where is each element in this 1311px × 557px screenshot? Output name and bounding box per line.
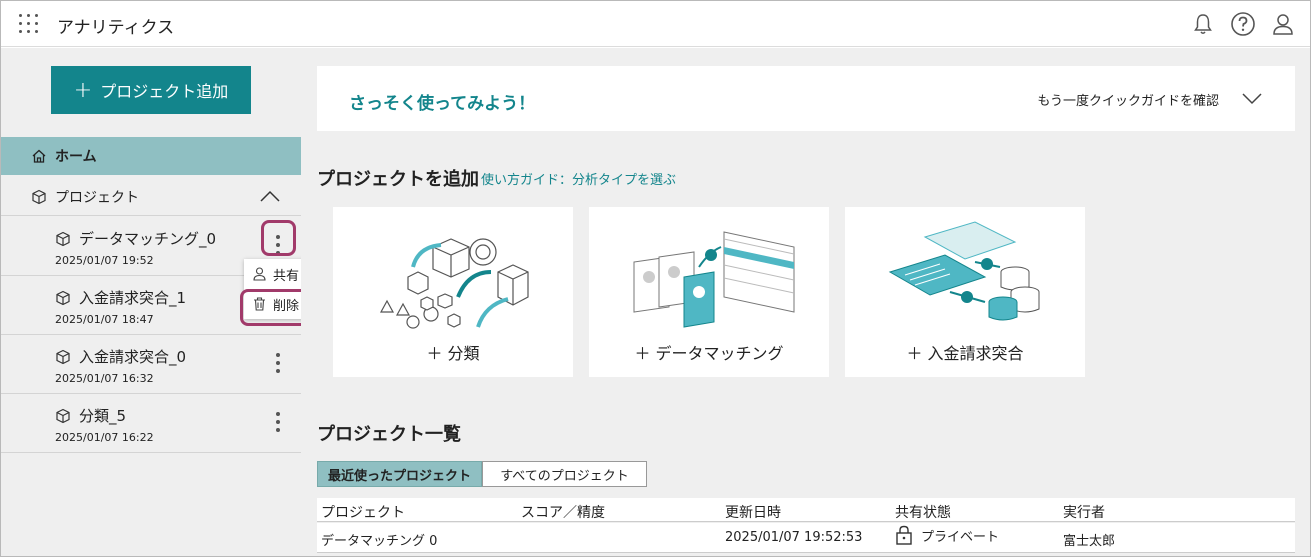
share-status-text: プライベート <box>921 529 1000 545</box>
cell-user: 富士太郎 <box>1063 534 1116 549</box>
project-date: 2025/01/07 16:22 <box>55 431 154 444</box>
card-label: ＋ 分類 <box>426 344 480 363</box>
column-header[interactable]: 更新日時 <box>725 502 781 522</box>
add-project-section-title: プロジェクトを追加 <box>317 169 479 190</box>
table-row[interactable]: データマッチング 0 2025/01/07 19:52:53 プライベート 富士… <box>317 523 1295 553</box>
app-title: アナリティクス <box>57 18 175 38</box>
project-name-text: データマッチング_0 <box>79 230 217 248</box>
card-classification[interactable]: ＋ 分類 <box>333 207 573 377</box>
column-header[interactable]: プロジェクト <box>321 502 405 522</box>
card-label: ＋ 入金請求突合 <box>906 344 1024 363</box>
project-date: 2025/01/07 16:32 <box>55 372 154 385</box>
home-icon <box>32 149 46 163</box>
cube-icon <box>56 231 70 246</box>
more-options-icon[interactable] <box>267 407 289 437</box>
payment-reconciliation-illustration <box>888 221 1040 321</box>
usage-guide-link[interactable]: 使い方ガイド：分析タイプを選ぶ <box>481 169 676 188</box>
sidebar-item-projects[interactable]: プロジェクト <box>1 178 301 216</box>
sidebar-item-label: プロジェクト <box>55 189 139 206</box>
project-date: 2025/01/07 19:52 <box>55 254 154 267</box>
project-list-title: プロジェクト一覧 <box>317 424 461 445</box>
card-label-text: データマッチング <box>655 344 784 363</box>
project-name: 分類_5 <box>55 405 126 426</box>
main-content: さっそく使ってみよう！ もう一度クイックガイドを確認 プロジェクトを追加 使い方… <box>301 48 1310 556</box>
chevron-down-icon[interactable] <box>1241 88 1263 108</box>
highlight-frame <box>261 220 296 256</box>
card-label: ＋ データマッチング <box>634 344 784 363</box>
card-payment-reconciliation[interactable]: ＋ 入金請求突合 <box>845 207 1085 377</box>
project-name-text: 入金請求突合_0 <box>79 348 187 366</box>
tab-recent-projects[interactable]: 最近使ったプロジェクト <box>317 461 482 487</box>
cell-project: データマッチング 0 <box>321 534 438 549</box>
card-label-text: 入金請求突合 <box>927 344 1024 363</box>
add-project-label: プロジェクト追加 <box>100 82 229 101</box>
cell-updated: 2025/01/07 19:52:53 <box>725 530 863 545</box>
banner-title: さっそく使ってみよう！ <box>349 94 536 114</box>
sidebar-item-home[interactable]: ホーム <box>1 137 301 175</box>
column-header[interactable]: スコア／精度 <box>521 502 605 522</box>
cube-icon <box>56 408 70 423</box>
bell-icon[interactable] <box>1190 11 1216 37</box>
data-matching-illustration <box>633 231 795 328</box>
project-list-item[interactable]: 入金請求突合_0 2025/01/07 16:32 <box>1 335 301 394</box>
card-label-text: 分類 <box>447 344 480 363</box>
top-bar: アナリティクス <box>1 1 1310 47</box>
cube-icon <box>32 189 46 204</box>
sidebar-item-label: ホーム <box>55 149 97 165</box>
more-options-icon[interactable] <box>267 348 289 378</box>
column-header[interactable]: 共有状態 <box>895 502 951 522</box>
project-list-item[interactable]: 分類_5 2025/01/07 16:22 <box>1 394 301 453</box>
chevron-up-icon[interactable] <box>259 187 281 207</box>
project-name: 入金請求突合_0 <box>55 346 186 367</box>
classification-illustration <box>379 238 529 329</box>
help-icon[interactable] <box>1230 11 1256 37</box>
menu-item-share[interactable]: 共有 <box>244 259 306 289</box>
plus-icon: + <box>73 77 93 103</box>
quick-guide-link[interactable]: もう一度クイックガイドを確認 <box>1037 90 1219 109</box>
project-name-text: 分類_5 <box>79 407 127 425</box>
lock-icon <box>896 525 912 545</box>
project-name-text: 入金請求突合_1 <box>79 289 187 307</box>
table-header: プロジェクト スコア／精度 更新日時 共有状態 実行者 <box>317 498 1295 522</box>
tab-all-projects[interactable]: すべてのプロジェクト <box>482 461 647 487</box>
person-icon <box>253 267 266 281</box>
user-icon[interactable] <box>1270 11 1296 37</box>
app-window: アナリティクス + プロジェクト追加 ホーム プロジェクト データマッチング_0… <box>0 0 1311 557</box>
menu-item-label: 共有 <box>273 268 300 284</box>
project-name: データマッチング_0 <box>55 228 216 249</box>
project-name: 入金請求突合_1 <box>55 287 186 308</box>
cell-share: プライベート <box>895 525 999 545</box>
cube-icon <box>56 349 70 364</box>
quick-start-banner: さっそく使ってみよう！ もう一度クイックガイドを確認 <box>317 66 1295 131</box>
column-header[interactable]: 実行者 <box>1063 502 1105 522</box>
project-list-tabs: 最近使ったプロジェクト すべてのプロジェクト <box>317 461 647 487</box>
card-data-matching[interactable]: ＋ データマッチング <box>589 207 829 377</box>
project-date: 2025/01/07 18:47 <box>55 313 154 326</box>
cube-icon <box>56 290 70 305</box>
apps-grid-icon[interactable] <box>18 13 40 35</box>
add-project-button[interactable]: + プロジェクト追加 <box>51 66 251 114</box>
